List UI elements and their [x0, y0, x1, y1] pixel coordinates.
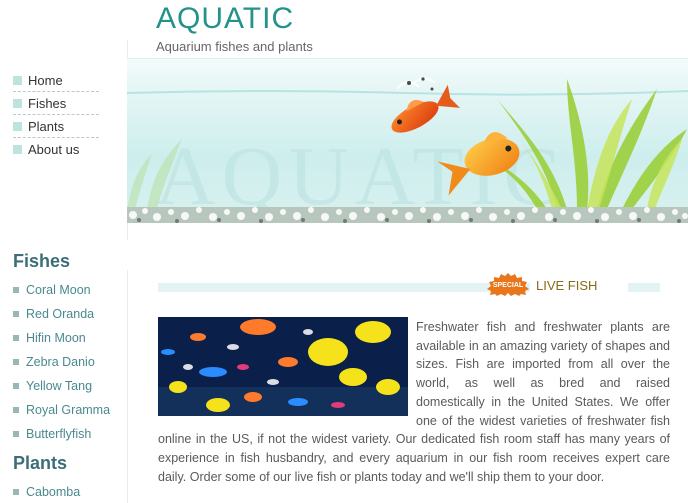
site-subtitle: Aquarium fishes and plants — [156, 39, 313, 54]
nav-item-fishes[interactable]: Fishes — [13, 92, 99, 115]
header-banner: AQUATIC — [127, 58, 688, 223]
bullet-icon — [13, 145, 22, 154]
text-wrap-spacer — [158, 318, 416, 418]
bullet-icon — [13, 335, 19, 341]
nav-item-label: Plants — [28, 118, 65, 134]
nav-item-about-us[interactable]: About us — [13, 138, 99, 161]
nav-item-label: About us — [28, 142, 80, 157]
sidebar-item-zebra-danio[interactable]: Zebra Danio — [13, 350, 123, 374]
sidebar-item-royal-gramma[interactable]: Royal Gramma — [13, 398, 123, 422]
nav-item-plants[interactable]: Plants — [13, 115, 99, 138]
sidebar-item-coral-moon[interactable]: Coral Moon — [13, 278, 123, 302]
sidebar-item-label: Coral Moon — [26, 283, 91, 297]
sidebar-item-cabomba[interactable]: Cabomba — [13, 480, 123, 503]
sidebar-item-label: Royal Gramma — [26, 403, 111, 417]
sidebar-heading-fishes: Fishes — [13, 251, 71, 271]
live-fish-description: Freshwater fish and freshwater plants ar… — [158, 318, 670, 486]
sidebar-item-label: Zebra Danio — [26, 355, 95, 369]
bullet-icon — [13, 383, 19, 389]
bullet-icon — [13, 121, 22, 131]
plant-category-list: Cabomba — [13, 480, 123, 503]
aquarium-illustration: AQUATIC — [127, 77, 688, 223]
sidebar-heading-plants: Plants — [13, 453, 68, 473]
site-branding: AQUATIC Aquarium fishes and plants — [156, 2, 313, 54]
sidebar-item-label: Cabomba — [26, 485, 81, 499]
nav-item-label: Fishes — [28, 95, 67, 111]
sidebar-item-hifin-moon[interactable]: Hifin Moon — [13, 326, 123, 350]
bullet-icon — [13, 311, 19, 317]
main-nav: Home Fishes Plants About us — [13, 69, 99, 161]
sidebar-item-red-oranda[interactable]: Red Oranda — [13, 302, 123, 326]
bullet-icon — [13, 287, 19, 293]
fish-category-list: Coral Moon Red Oranda Hifin Moon Zebra D… — [13, 278, 123, 446]
sidebar-item-yellow-tang[interactable]: Yellow Tang — [13, 374, 123, 398]
sidebar-item-butterflyfish[interactable]: Butterflyfish — [13, 422, 123, 446]
bullet-icon — [13, 431, 19, 437]
bullet-icon — [13, 489, 19, 495]
sidebar-item-label: Yellow Tang — [26, 379, 93, 393]
divider — [127, 270, 128, 503]
site-title: AQUATIC — [156, 2, 295, 35]
nav-item-home[interactable]: Home — [13, 69, 99, 92]
sidebar-item-label: Hifin Moon — [26, 331, 86, 345]
sidebar-item-label: Red Oranda — [26, 307, 95, 321]
bullet-icon — [13, 98, 22, 108]
bullet-icon — [13, 75, 22, 85]
bullet-icon — [13, 359, 19, 365]
section-title: LIVE FISH — [536, 278, 602, 293]
bullet-icon — [13, 407, 19, 413]
nav-item-label: Home — [28, 72, 63, 88]
special-badge-label: SPECIAL — [493, 282, 524, 289]
sidebar-item-label: Butterflyfish — [26, 427, 92, 441]
special-badge-icon: SPECIAL — [487, 273, 529, 296]
